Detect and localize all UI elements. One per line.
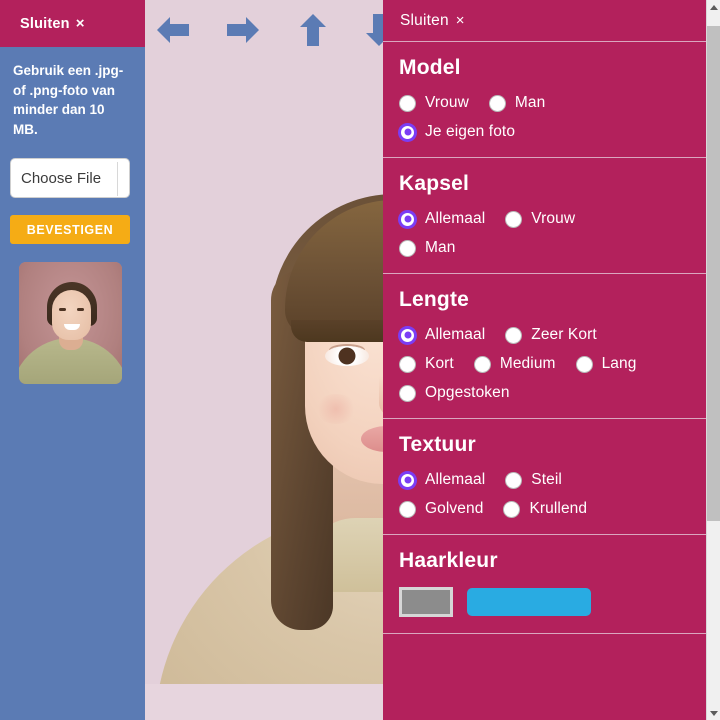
section-kapsel: Kapsel Allemaal Vrouw Man [383,158,706,274]
scroll-down-arrow[interactable] [707,706,720,720]
radio-option-lengte-opgestoken[interactable]: Opgestoken [399,384,510,402]
section-title-lengte: Lengte [399,288,470,311]
app-root: Sluiten × Gebruik een .jpg- of .png-foto… [0,0,720,720]
radio-option-kapsel-vrouw[interactable]: Vrouw [505,210,575,228]
choose-file-label: Choose File [21,169,102,187]
radio-label: Golvend [425,500,484,517]
scroll-up-arrow[interactable] [707,0,720,14]
radio-label: Vrouw [531,210,576,227]
radio-option-textuur-golvend[interactable]: Golvend [399,500,483,518]
hair-color-swatch[interactable] [399,587,453,617]
scroll-thumb[interactable] [707,26,720,521]
radio-label: Allemaal [425,210,486,227]
radio-icon[interactable] [575,355,593,373]
radio-label: Je eigen foto [425,123,516,140]
radio-icon[interactable] [399,239,416,257]
chevron-down-icon [709,710,718,716]
radio-icon[interactable] [505,471,523,489]
radio-icon[interactable] [473,355,491,373]
section-title-textuur: Textuur [399,433,476,456]
radio-label: Vrouw [425,94,469,111]
section-lengte: Lengte Allemaal Zeer Kort Kort Medium La… [383,274,706,419]
radio-icon[interactable] [488,94,506,112]
choose-file-divider [117,162,118,196]
radio-label: Medium [499,355,556,372]
close-icon: × [75,15,85,32]
section-title-model: Model [399,56,461,79]
radio-icon[interactable] [505,326,523,344]
upload-panel: Sluiten × Gebruik een .jpg- of .png-foto… [0,0,145,720]
radio-option-lengte-lang[interactable]: Lang [575,355,637,373]
radio-icon-selected[interactable] [399,471,416,489]
radio-option-kapsel-allemaal[interactable]: Allemaal [399,210,485,228]
section-haarkleur: Haarkleur [383,535,706,634]
options-scroll-area: Sluiten × Model Vrouw Man Je eigen foto … [383,0,706,720]
radio-option-vrouw-model[interactable]: Vrouw [399,94,469,112]
radio-icon[interactable] [399,94,416,112]
confirm-button[interactable]: BEVESTIGEN [10,215,130,244]
radio-label: Kort [425,355,454,372]
move-left-arrow[interactable] [151,8,195,52]
radio-label: Zeer Kort [531,326,597,343]
hair-color-apply-button[interactable] [467,588,591,616]
upload-close-label: Sluiten [20,15,70,32]
radio-icon[interactable] [503,500,521,518]
radio-option-textuur-steil[interactable]: Steil [505,471,562,489]
radio-option-je-eigen-foto[interactable]: Je eigen foto [399,123,515,141]
radio-icon-selected[interactable] [399,123,416,141]
radio-label: Lang [601,355,637,372]
radio-icon[interactable] [505,210,523,228]
upload-panel-close[interactable]: Sluiten × [0,0,145,47]
uploaded-photo-thumbnail[interactable] [19,262,122,384]
radio-option-lengte-medium[interactable]: Medium [473,355,556,373]
radio-label: Opgestoken [425,384,510,401]
radio-label: Allemaal [425,471,486,488]
radio-label: Man [514,94,546,111]
radio-option-kapsel-man[interactable]: Man [399,239,455,257]
radio-icon-selected[interactable] [399,326,416,344]
section-model: Model Vrouw Man Je eigen foto [383,42,706,158]
options-close-label: Sluiten [400,11,449,29]
options-panel-scrollbar[interactable] [706,0,720,720]
radio-icon[interactable] [399,500,416,518]
radio-option-textuur-krullend[interactable]: Krullend [503,500,587,518]
upload-hint-text: Gebruik een .jpg- of .png-foto van minde… [13,63,124,137]
radio-option-textuur-allemaal[interactable]: Allemaal [399,471,485,489]
radio-option-lengte-allemaal[interactable]: Allemaal [399,326,485,344]
radio-icon[interactable] [399,355,416,373]
radio-label: Steil [531,471,562,488]
radio-option-lengte-zeer-kort[interactable]: Zeer Kort [505,326,597,344]
radio-label: Allemaal [425,326,486,343]
move-up-arrow[interactable] [291,8,335,52]
radio-label: Man [425,239,456,256]
thumbnail-image [19,262,122,384]
radio-label: Krullend [529,500,588,517]
radio-icon[interactable] [399,384,416,402]
section-title-haarkleur: Haarkleur [399,549,498,572]
section-title-kapsel: Kapsel [399,172,470,195]
chevron-up-icon [709,4,718,10]
section-textuur: Textuur Allemaal Steil Golvend Krullend [383,419,706,535]
options-panel-close[interactable]: Sluiten × [383,0,706,42]
options-panel: Sluiten × Model Vrouw Man Je eigen foto … [383,0,720,720]
move-right-arrow[interactable] [221,8,265,52]
radio-icon-selected[interactable] [399,210,416,228]
radio-option-lengte-kort[interactable]: Kort [399,355,454,373]
radio-option-man-model[interactable]: Man [488,94,546,112]
close-icon: × [455,12,465,29]
choose-file-input[interactable]: Choose File [10,158,130,198]
